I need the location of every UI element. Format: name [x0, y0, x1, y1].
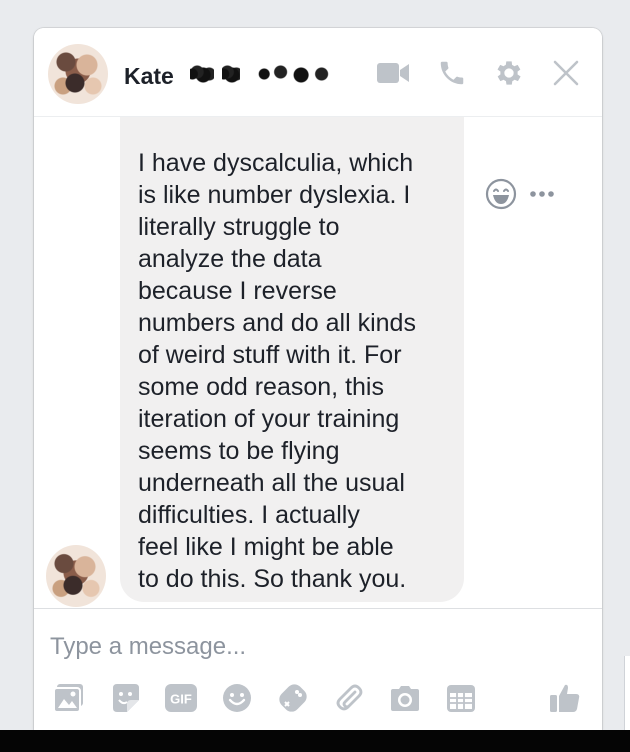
- chat-header: Kate: [34, 28, 602, 117]
- gear-icon[interactable]: [492, 56, 526, 90]
- contact-name[interactable]: Kate: [124, 63, 174, 90]
- redacted-name-part: [190, 64, 214, 84]
- redacted-name-part: [256, 64, 338, 84]
- gif-icon[interactable]: GIF: [164, 681, 198, 715]
- attachment-icon[interactable]: [332, 681, 366, 715]
- game-controller-icon[interactable]: [276, 681, 310, 715]
- redacted-name-part: [222, 64, 240, 84]
- emoji-icon[interactable]: [220, 681, 254, 715]
- sticker-icon[interactable]: [108, 681, 142, 715]
- sender-avatar[interactable]: [46, 545, 106, 607]
- thumbs-up-icon[interactable]: [548, 681, 582, 715]
- bottom-bar: [0, 730, 630, 752]
- gif-label: GIF: [170, 692, 192, 707]
- camera-icon[interactable]: [388, 681, 422, 715]
- message-text: I have dyscalculia, which is like number…: [138, 149, 416, 593]
- video-camera-icon[interactable]: [376, 56, 410, 90]
- contact-avatar[interactable]: [48, 44, 108, 104]
- chat-window: Kate I have dyscalculia, which is like n…: [34, 28, 602, 730]
- adjacent-window-edge: [624, 656, 630, 730]
- close-icon[interactable]: [549, 56, 583, 90]
- message-list[interactable]: I have dyscalculia, which is like number…: [34, 117, 602, 609]
- message-input[interactable]: [50, 631, 570, 663]
- composer: GIF: [34, 608, 602, 730]
- react-emoji-icon[interactable]: [484, 177, 518, 211]
- calendar-icon[interactable]: [444, 681, 478, 715]
- phone-icon[interactable]: [435, 56, 469, 90]
- photo-icon[interactable]: [52, 681, 86, 715]
- more-options-icon[interactable]: [528, 177, 558, 211]
